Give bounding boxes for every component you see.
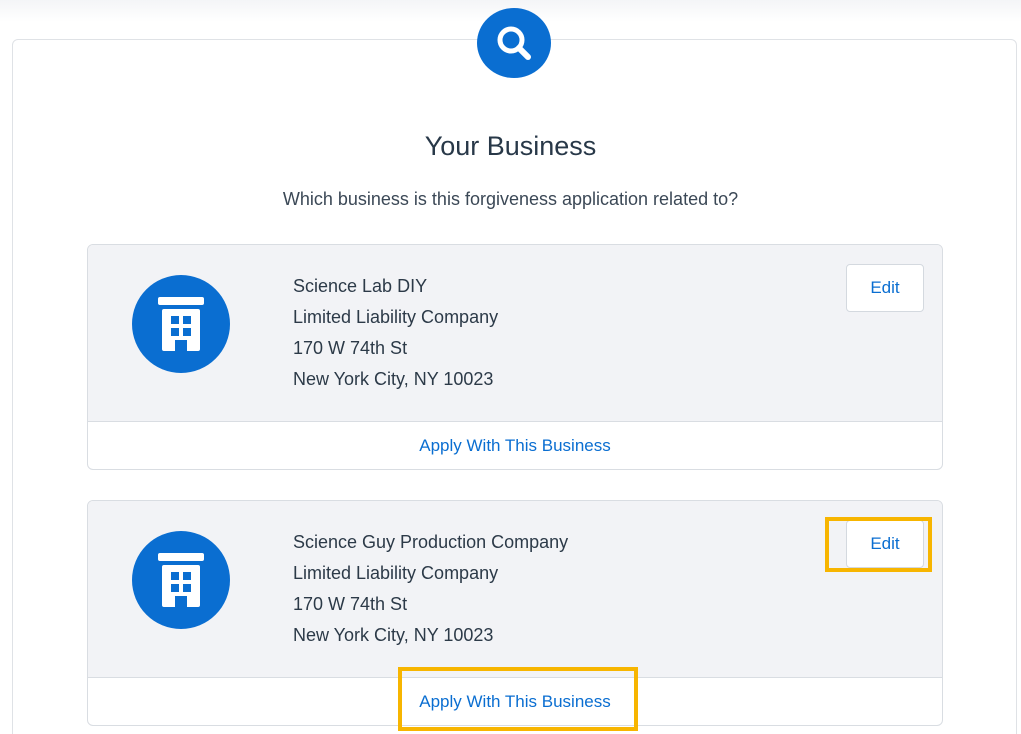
page-subtitle: Which business is this forgiveness appli…	[282, 189, 739, 209]
apply-with-business-link[interactable]: Apply With This Business	[88, 422, 942, 469]
building-icon	[158, 553, 204, 607]
business-card: Science Lab DIY Limited Liability Compan…	[87, 244, 943, 470]
business-city-state-zip: New York City, NY 10023	[293, 369, 494, 389]
business-name: Science Lab DIY	[293, 276, 428, 296]
business-entity-type: Limited Liability Company	[293, 307, 499, 327]
business-info: Science Lab DIY Limited Liability Compan…	[293, 271, 498, 395]
search-icon	[497, 26, 531, 60]
business-street: 170 W 74th St	[293, 594, 408, 614]
business-card-details: Science Lab DIY Limited Liability Compan…	[88, 245, 942, 422]
business-avatar	[132, 531, 230, 629]
business-info: Science Guy Production Company Limited L…	[293, 527, 568, 651]
search-badge	[477, 8, 551, 78]
edit-business-button[interactable]: Edit	[846, 264, 924, 312]
business-card: Science Guy Production Company Limited L…	[87, 500, 943, 726]
apply-with-business-link[interactable]: Apply With This Business	[88, 678, 942, 725]
page: Your Business Which business is this for…	[0, 0, 1021, 734]
business-city-state-zip: New York City, NY 10023	[293, 625, 494, 645]
business-name: Science Guy Production Company	[293, 532, 569, 552]
business-avatar	[132, 275, 230, 373]
building-icon	[158, 297, 204, 351]
business-entity-type: Limited Liability Company	[293, 563, 499, 583]
business-card-details: Science Guy Production Company Limited L…	[88, 501, 942, 678]
edit-business-button[interactable]: Edit	[846, 520, 924, 568]
page-title: Your Business	[424, 131, 597, 161]
business-street: 170 W 74th St	[293, 338, 408, 358]
